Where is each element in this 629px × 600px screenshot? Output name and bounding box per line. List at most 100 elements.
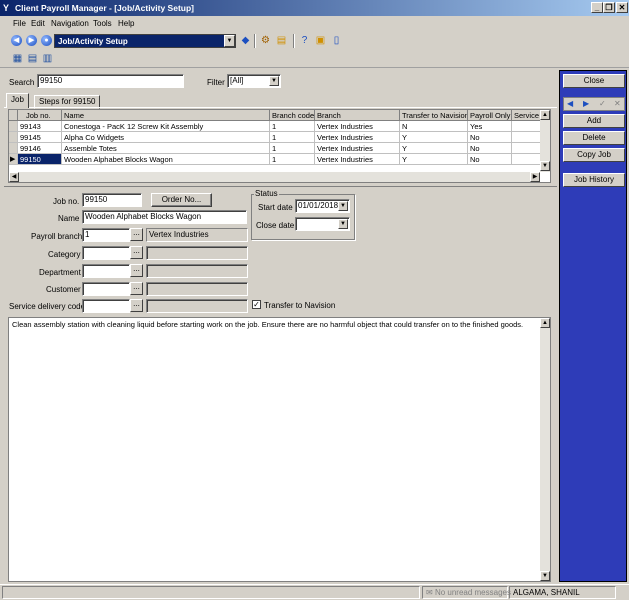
list-view-icon[interactable]: ▤ <box>26 52 39 65</box>
customer-field[interactable] <box>82 282 130 296</box>
chevron-down-icon[interactable]: ▼ <box>338 219 348 229</box>
next-record-icon[interactable]: ▶ <box>583 99 589 108</box>
category-lookup-button[interactable]: ... <box>130 246 143 259</box>
scroll-down-icon[interactable]: ▼ <box>540 161 550 171</box>
grid-vertical-scrollbar[interactable]: ▲ ▼ <box>540 110 550 172</box>
menu-tools[interactable]: Tools <box>93 19 112 28</box>
department-field[interactable] <box>82 264 130 278</box>
user-panel: ALGAMA, SHANIL <box>509 586 616 599</box>
table-row[interactable]: 99143 Conestoga - PacK 12 Screw Kit Asse… <box>9 121 542 132</box>
transfer-label: Transfer to Navision <box>264 301 336 310</box>
notes-scrollbar[interactable]: ▲ ▼ <box>540 318 550 581</box>
department-description <box>146 264 248 278</box>
notes-textarea[interactable]: Clean assembly station with cleaning liq… <box>8 317 551 582</box>
messages-panel[interactable]: ✉ No unread messages <box>422 586 511 599</box>
menu-navigation[interactable]: Navigation <box>51 19 89 28</box>
delete-button[interactable]: Delete <box>563 131 625 145</box>
close-date-field[interactable]: ▼ <box>295 217 350 231</box>
cancel-icon[interactable]: ✕ <box>614 99 621 108</box>
chevron-down-icon[interactable]: ▼ <box>269 76 279 86</box>
column-header[interactable]: Branch code <box>270 110 315 121</box>
confirm-icon[interactable]: ✓ <box>599 99 606 108</box>
minimize-button[interactable]: _ <box>591 2 603 13</box>
window-title: Client Payroll Manager - [Job/Activity S… <box>15 3 195 13</box>
search-input[interactable]: 99150 <box>37 74 184 88</box>
forward-icon[interactable]: ▶ <box>26 35 37 46</box>
close-window-button[interactable]: ✕ <box>616 2 628 13</box>
back-icon[interactable]: ◀ <box>11 35 22 46</box>
scroll-down-icon[interactable]: ▼ <box>540 571 550 581</box>
add-button[interactable]: Add <box>563 114 625 128</box>
table-row[interactable]: 99145 Alpha Co Widgets 1 Vertex Industri… <box>9 132 542 143</box>
name-field[interactable]: Wooden Alphabet Blocks Wagon <box>82 210 247 224</box>
grid-view-icon[interactable]: ▦ <box>11 52 24 65</box>
splitter[interactable] <box>4 186 557 187</box>
service-delivery-field[interactable] <box>82 299 130 313</box>
chevron-down-icon[interactable]: ▼ <box>224 35 235 47</box>
menu-help[interactable]: Help <box>118 19 134 28</box>
help-icon[interactable]: ? <box>298 34 311 47</box>
cell-transfer: Y <box>400 132 468 143</box>
order-no-button[interactable]: Order No... <box>151 193 212 207</box>
close-button[interactable]: Close <box>563 74 625 88</box>
open-icon[interactable]: ▣ <box>314 34 327 47</box>
payroll-branch-lookup-button[interactable]: ... <box>130 228 143 241</box>
start-date-field[interactable]: 01/01/2018 ▼ <box>295 199 350 213</box>
column-header[interactable]: Payroll Only <box>468 110 512 121</box>
document-icon[interactable]: ▯ <box>330 34 343 47</box>
cell-branch-code: 1 <box>270 132 315 143</box>
category-description <box>146 246 248 260</box>
cell-service <box>512 121 542 132</box>
folder-icon[interactable]: ▤ <box>275 34 288 47</box>
chevron-down-icon[interactable]: ▼ <box>338 201 348 211</box>
previous-record-icon[interactable]: ◀ <box>567 99 573 108</box>
column-header[interactable]: Job no. <box>18 110 62 121</box>
column-header[interactable]: Name <box>62 110 270 121</box>
bookmark-icon[interactable]: ◆ <box>239 34 252 47</box>
title-bar[interactable]: Y Client Payroll Manager - [Job/Activity… <box>0 0 629 16</box>
column-header[interactable]: Branch <box>315 110 400 121</box>
grid-horizontal-scrollbar[interactable]: ◀ ▶ <box>9 172 540 182</box>
job-no-field[interactable]: 99150 <box>82 193 142 207</box>
customer-lookup-button[interactable]: ... <box>130 282 143 295</box>
cell-job: 99146 <box>18 143 62 154</box>
secondary-toolbar: ▦ ▤ ▥ <box>0 50 629 68</box>
row-indicator <box>9 121 18 132</box>
home-icon[interactable]: ● <box>41 35 52 46</box>
start-date-value: 01/01/2018 <box>298 201 339 210</box>
job-history-button[interactable]: Job History <box>563 173 625 187</box>
transfer-checkbox[interactable]: ✓ <box>252 300 261 309</box>
column-header[interactable]: Transfer to Navision <box>400 110 468 121</box>
service-delivery-lookup-button[interactable]: ... <box>130 299 143 312</box>
payroll-branch-label: Payroll branch <box>31 232 83 241</box>
cell-job: 99145 <box>18 132 62 143</box>
filter-value: [All] <box>230 76 244 85</box>
action-panel: Close ◀ ▶ ✓ ✕ Add Delete Copy Job Job Hi… <box>559 70 627 582</box>
location-combo[interactable]: Job/Activity Setup ▼ <box>54 34 236 48</box>
menu-edit[interactable]: Edit <box>31 19 45 28</box>
scroll-right-icon[interactable]: ▶ <box>530 172 540 182</box>
detail-view-icon[interactable]: ▥ <box>41 52 54 65</box>
row-indicator-header <box>9 110 18 121</box>
payroll-branch-field[interactable]: 1 <box>82 228 130 242</box>
copy-job-button[interactable]: Copy Job <box>563 148 625 162</box>
search-label: Search <box>9 78 35 87</box>
tools-icon[interactable]: ⚙ <box>259 34 272 47</box>
scroll-up-icon[interactable]: ▲ <box>540 110 550 120</box>
mail-icon: ✉ <box>426 588 433 597</box>
category-field[interactable] <box>82 246 130 260</box>
scroll-left-icon[interactable]: ◀ <box>9 172 19 182</box>
restore-button[interactable]: ❐ <box>603 2 615 13</box>
row-pointer-icon: ▶ <box>9 154 18 165</box>
menu-file[interactable]: File <box>13 19 26 28</box>
cell-payroll: No <box>468 132 512 143</box>
tab-job[interactable]: Job <box>6 93 29 108</box>
cell-branch: Vertex Industries <box>315 154 400 165</box>
jobs-grid: Job no. Name Branch code Branch Transfer… <box>8 109 551 183</box>
filter-select[interactable]: [All] ▼ <box>227 74 281 88</box>
table-row[interactable]: 99146 Assemble Totes 1 Vertex Industries… <box>9 143 542 154</box>
cell-payroll: No <box>468 143 512 154</box>
table-row-selected[interactable]: ▶ 99150 Wooden Alphabet Blocks Wagon 1 V… <box>9 154 542 165</box>
department-lookup-button[interactable]: ... <box>130 264 143 277</box>
scroll-up-icon[interactable]: ▲ <box>540 318 550 328</box>
